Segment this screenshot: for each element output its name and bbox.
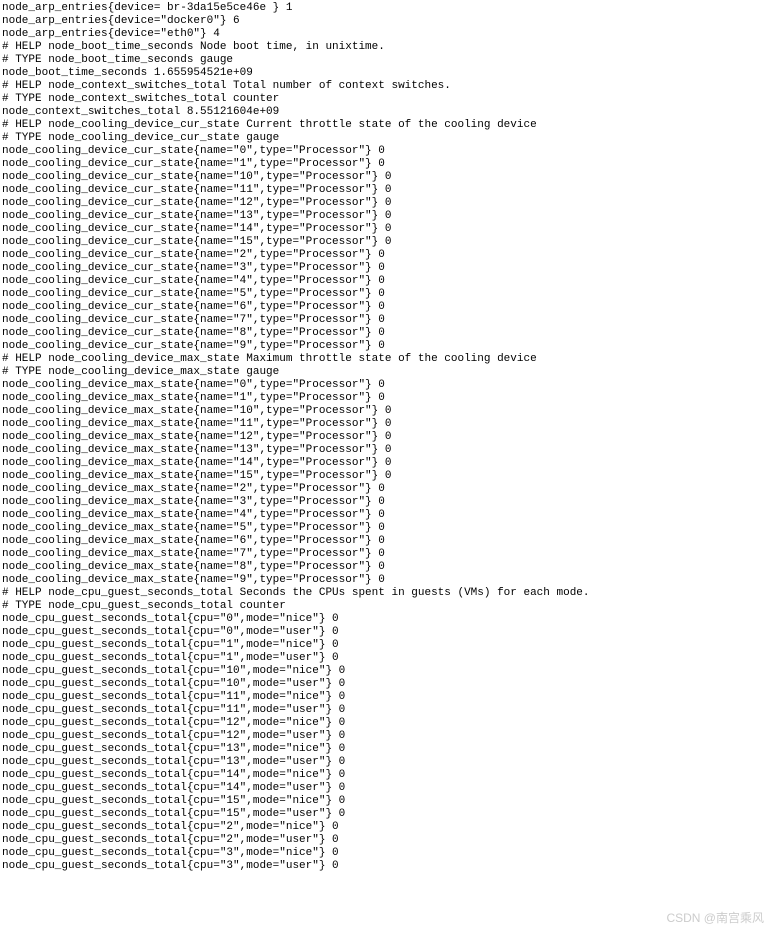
metric-line: # HELP node_cpu_guest_seconds_total Seco… <box>2 587 770 600</box>
metric-line: node_cpu_guest_seconds_total{cpu="14",mo… <box>2 782 770 795</box>
metric-line: # TYPE node_cpu_guest_seconds_total coun… <box>2 600 770 613</box>
metric-line: node_cooling_device_cur_state{name="9",t… <box>2 340 770 353</box>
metric-line: # HELP node_cooling_device_max_state Max… <box>2 353 770 366</box>
metric-line: # HELP node_boot_time_seconds Node boot … <box>2 41 770 54</box>
metric-line: node_cooling_device_max_state{name="12",… <box>2 431 770 444</box>
metrics-output: node_arp_entries{device= br-3da15e5ce46e… <box>2 2 770 873</box>
metric-line: node_cooling_device_cur_state{name="1",t… <box>2 158 770 171</box>
metric-line: node_cooling_device_cur_state{name="4",t… <box>2 275 770 288</box>
metric-line: node_cooling_device_cur_state{name="7",t… <box>2 314 770 327</box>
metric-line: node_cooling_device_cur_state{name="2",t… <box>2 249 770 262</box>
metric-line: node_cpu_guest_seconds_total{cpu="0",mod… <box>2 613 770 626</box>
metric-line: node_cooling_device_max_state{name="11",… <box>2 418 770 431</box>
metric-line: node_cpu_guest_seconds_total{cpu="0",mod… <box>2 626 770 639</box>
metric-line: node_arp_entries{device="eth0"} 4 <box>2 28 770 41</box>
metric-line: node_cpu_guest_seconds_total{cpu="3",mod… <box>2 860 770 873</box>
metric-line: node_cooling_device_cur_state{name="8",t… <box>2 327 770 340</box>
metric-line: node_cooling_device_cur_state{name="14",… <box>2 223 770 236</box>
metric-line: node_cooling_device_max_state{name="7",t… <box>2 548 770 561</box>
metric-line: node_cooling_device_cur_state{name="12",… <box>2 197 770 210</box>
metric-line: node_cooling_device_cur_state{name="5",t… <box>2 288 770 301</box>
metric-line: # TYPE node_context_switches_total count… <box>2 93 770 106</box>
metric-line: node_cpu_guest_seconds_total{cpu="11",mo… <box>2 691 770 704</box>
metric-line: node_cpu_guest_seconds_total{cpu="13",mo… <box>2 756 770 769</box>
metric-line: node_cooling_device_cur_state{name="13",… <box>2 210 770 223</box>
watermark-text: CSDN @南宫乘风 <box>666 912 764 925</box>
metric-line: node_cooling_device_cur_state{name="3",t… <box>2 262 770 275</box>
metric-line: node_arp_entries{device="docker0"} 6 <box>2 15 770 28</box>
metric-line: node_cpu_guest_seconds_total{cpu="12",mo… <box>2 717 770 730</box>
metric-line: # HELP node_context_switches_total Total… <box>2 80 770 93</box>
metric-line: node_cooling_device_cur_state{name="15",… <box>2 236 770 249</box>
metric-line: node_cooling_device_max_state{name="4",t… <box>2 509 770 522</box>
metric-line: node_cooling_device_cur_state{name="10",… <box>2 171 770 184</box>
metric-line: node_cooling_device_max_state{name="2",t… <box>2 483 770 496</box>
metric-line: node_cooling_device_max_state{name="13",… <box>2 444 770 457</box>
metric-line: # TYPE node_cooling_device_max_state gau… <box>2 366 770 379</box>
metric-line: node_cooling_device_max_state{name="15",… <box>2 470 770 483</box>
metric-line: node_cpu_guest_seconds_total{cpu="1",mod… <box>2 652 770 665</box>
metric-line: # HELP node_cooling_device_cur_state Cur… <box>2 119 770 132</box>
metric-line: node_cpu_guest_seconds_total{cpu="14",mo… <box>2 769 770 782</box>
metric-line: node_cooling_device_max_state{name="10",… <box>2 405 770 418</box>
metric-line: node_cpu_guest_seconds_total{cpu="1",mod… <box>2 639 770 652</box>
metric-line: node_cooling_device_max_state{name="8",t… <box>2 561 770 574</box>
metric-line: node_cooling_device_cur_state{name="6",t… <box>2 301 770 314</box>
metric-line: node_cooling_device_max_state{name="9",t… <box>2 574 770 587</box>
metric-line: node_cpu_guest_seconds_total{cpu="10",mo… <box>2 665 770 678</box>
metric-line: node_cpu_guest_seconds_total{cpu="12",mo… <box>2 730 770 743</box>
metric-line: node_cooling_device_max_state{name="0",t… <box>2 379 770 392</box>
metric-line: node_cpu_guest_seconds_total{cpu="10",mo… <box>2 678 770 691</box>
metric-line: node_cpu_guest_seconds_total{cpu="15",mo… <box>2 808 770 821</box>
metric-line: node_cpu_guest_seconds_total{cpu="3",mod… <box>2 847 770 860</box>
metric-line: node_cpu_guest_seconds_total{cpu="11",mo… <box>2 704 770 717</box>
metric-line: node_cooling_device_cur_state{name="11",… <box>2 184 770 197</box>
metric-line: node_cooling_device_cur_state{name="0",t… <box>2 145 770 158</box>
metric-line: node_cooling_device_max_state{name="5",t… <box>2 522 770 535</box>
metric-line: node_cpu_guest_seconds_total{cpu="15",mo… <box>2 795 770 808</box>
metric-line: node_cpu_guest_seconds_total{cpu="2",mod… <box>2 834 770 847</box>
metric-line: # TYPE node_boot_time_seconds gauge <box>2 54 770 67</box>
metric-line: node_cpu_guest_seconds_total{cpu="2",mod… <box>2 821 770 834</box>
metric-line: # TYPE node_cooling_device_cur_state gau… <box>2 132 770 145</box>
metric-line: node_arp_entries{device= br-3da15e5ce46e… <box>2 2 770 15</box>
metric-line: node_cooling_device_max_state{name="14",… <box>2 457 770 470</box>
metric-line: node_cooling_device_max_state{name="6",t… <box>2 535 770 548</box>
metric-line: node_context_switches_total 8.55121604e+… <box>2 106 770 119</box>
metric-line: node_cooling_device_max_state{name="1",t… <box>2 392 770 405</box>
metric-line: node_boot_time_seconds 1.655954521e+09 <box>2 67 770 80</box>
metric-line: node_cooling_device_max_state{name="3",t… <box>2 496 770 509</box>
metric-line: node_cpu_guest_seconds_total{cpu="13",mo… <box>2 743 770 756</box>
